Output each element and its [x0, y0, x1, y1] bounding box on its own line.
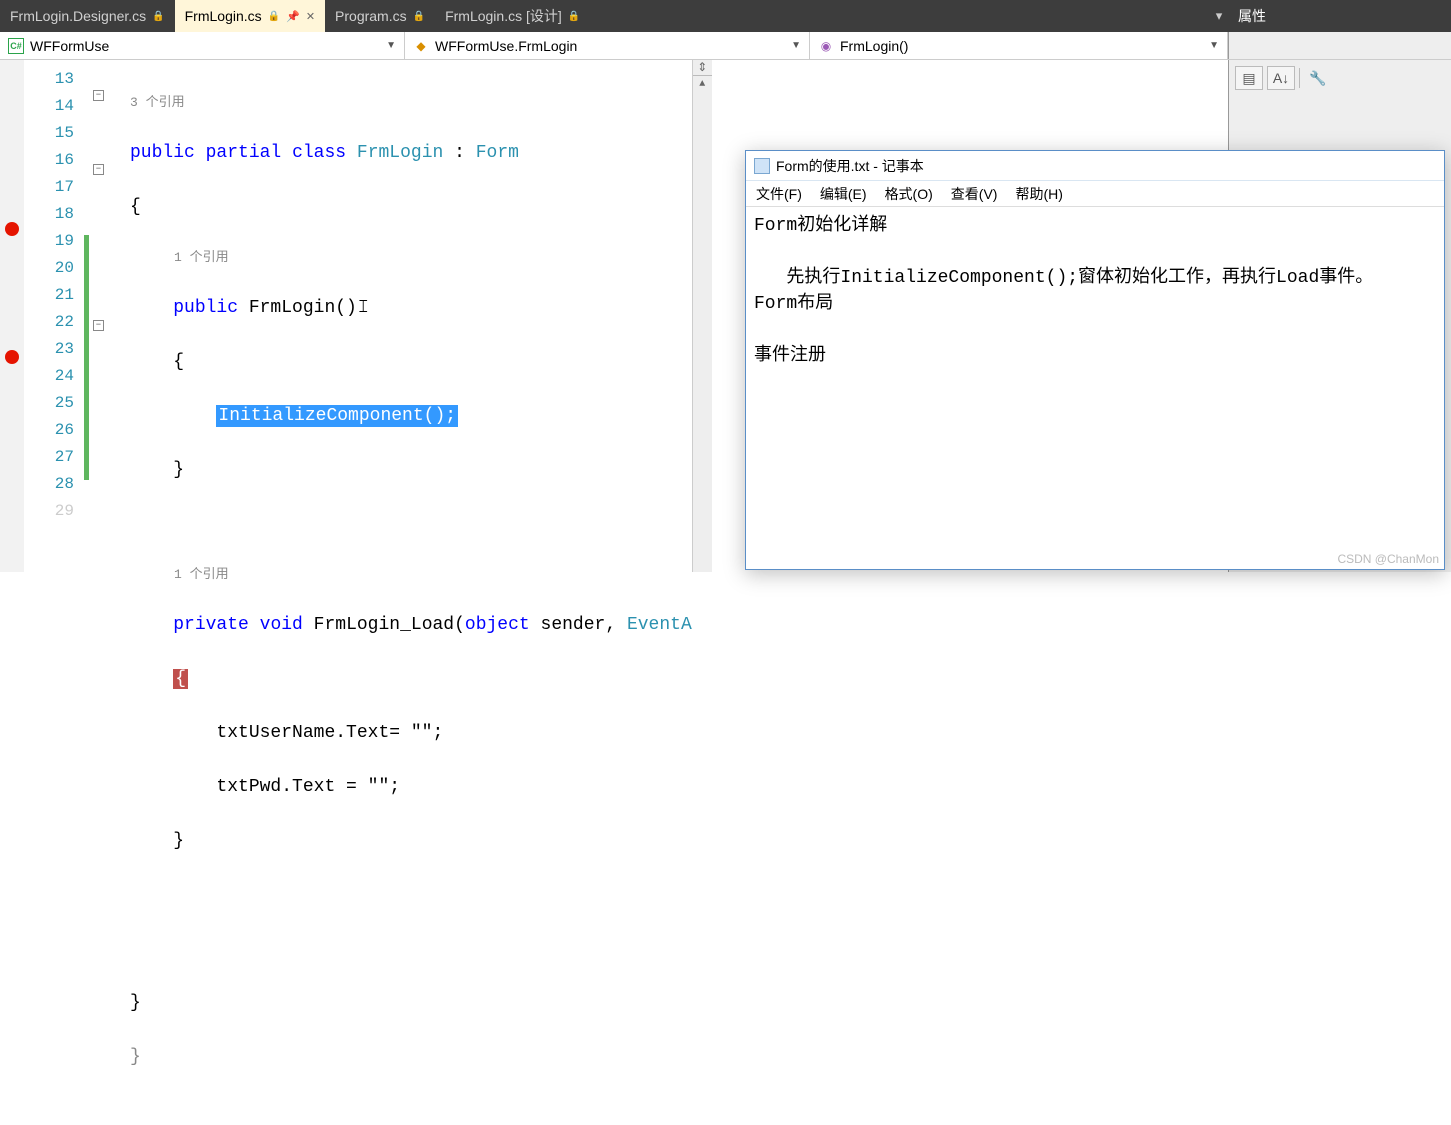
chevron-down-icon: ▼	[791, 40, 801, 51]
code-area[interactable]: 3 个引用 public partial class FrmLogin : Fo…	[110, 60, 692, 572]
toolbar-separator	[1299, 68, 1300, 88]
tab-designer[interactable]: FrmLogin.Designer.cs 🔒	[0, 0, 175, 32]
menu-view[interactable]: 查看(V)	[951, 184, 998, 204]
chevron-down-icon: ▼	[1209, 40, 1219, 51]
tabbar-spacer	[590, 0, 1210, 32]
split-handle-icon[interactable]: ⇕	[693, 60, 712, 76]
tab-frmlogin-active[interactable]: FrmLogin.cs 🔒 📌 ✕	[175, 0, 325, 32]
alphabetical-button[interactable]: A↓	[1267, 66, 1295, 90]
lock-icon: 🔒	[568, 11, 580, 22]
editor-tabbar: FrmLogin.Designer.cs 🔒 FrmLogin.cs 🔒 📌 ✕…	[0, 0, 1451, 32]
menu-format[interactable]: 格式(O)	[885, 184, 933, 204]
properties-toolbar: ▤ A↓ 🔧	[1229, 60, 1451, 96]
selected-text: InitializeComponent();	[216, 405, 458, 427]
text-cursor-icon: 𝙸	[357, 295, 370, 322]
notepad-title-text: Form的使用.txt - 记事本	[776, 156, 924, 176]
nav-class-text: WFFormUse.FrmLogin	[435, 38, 577, 54]
code-nav-bar: C# WFFormUse ▼ ◆ WFFormUse.FrmLogin ▼ ◉ …	[0, 32, 1451, 60]
line-number-gutter: 1314151617181920212223242526272829	[24, 60, 84, 572]
close-icon[interactable]: ✕	[306, 10, 315, 23]
notepad-window[interactable]: Form的使用.txt - 记事本 文件(F) 编辑(E) 格式(O) 查看(V…	[745, 150, 1445, 570]
notepad-titlebar[interactable]: Form的使用.txt - 记事本	[746, 151, 1444, 181]
tab-designer-view[interactable]: FrmLogin.cs [设计] 🔒	[435, 0, 590, 32]
notepad-icon	[754, 158, 770, 174]
properties-panel-title: 属性	[1228, 0, 1451, 32]
tab-program[interactable]: Program.cs 🔒	[325, 0, 435, 32]
tab-label: FrmLogin.cs	[185, 8, 262, 24]
codelens-refs[interactable]: 1 个引用	[130, 248, 692, 268]
scroll-up-icon[interactable]: ▲	[693, 76, 712, 92]
change-mark	[84, 235, 89, 480]
notepad-menubar: 文件(F) 编辑(E) 格式(O) 查看(V) 帮助(H)	[746, 181, 1444, 207]
class-icon: ◆	[413, 38, 429, 54]
fold-toggle[interactable]: −	[93, 164, 104, 175]
tab-label: FrmLogin.Designer.cs	[10, 8, 146, 24]
codelens-refs[interactable]: 1 个引用	[130, 565, 692, 585]
menu-edit[interactable]: 编辑(E)	[820, 184, 867, 204]
csharp-icon: C#	[8, 38, 24, 54]
categorized-button[interactable]: ▤	[1235, 66, 1263, 90]
nav-project-dropdown[interactable]: C# WFFormUse ▼	[0, 32, 405, 59]
codelens-refs[interactable]: 3 个引用	[130, 93, 692, 113]
nav-class-dropdown[interactable]: ◆ WFFormUse.FrmLogin ▼	[405, 32, 810, 59]
vertical-scrollbar[interactable]: ⇕ ▲	[692, 60, 712, 572]
tab-overflow-button[interactable]: ▾	[1210, 0, 1228, 32]
menu-help[interactable]: 帮助(H)	[1015, 184, 1062, 204]
lock-icon: 🔒	[413, 11, 425, 22]
brace-highlight: {	[173, 669, 188, 689]
watermark-text: CSDN @ChanMon	[1337, 552, 1439, 566]
nav-project-text: WFFormUse	[30, 38, 109, 54]
breakpoint-icon[interactable]	[5, 222, 19, 236]
notepad-text-area[interactable]: Form初始化详解 先执行InitializeComponent();窗体初始化…	[746, 207, 1444, 375]
tab-label: Program.cs	[335, 8, 407, 24]
breakpoint-icon[interactable]	[5, 350, 19, 364]
chevron-down-icon: ▼	[386, 40, 396, 51]
breakpoint-margin[interactable]	[0, 60, 24, 572]
wrench-icon[interactable]: 🔧	[1304, 66, 1332, 90]
method-icon: ◉	[818, 38, 834, 54]
nav-member-text: FrmLogin()	[840, 38, 908, 54]
pin-icon[interactable]: 📌	[286, 10, 300, 23]
lock-icon: 🔒	[152, 11, 164, 22]
nav-member-dropdown[interactable]: ◉ FrmLogin() ▼	[810, 32, 1228, 59]
lock-icon: 🔒	[268, 11, 280, 22]
tab-label: FrmLogin.cs [设计]	[445, 6, 562, 26]
fold-toggle[interactable]: −	[93, 320, 104, 331]
fold-toggle[interactable]: −	[93, 90, 104, 101]
menu-file[interactable]: 文件(F)	[756, 184, 802, 204]
fold-margin[interactable]: − − −	[90, 60, 110, 572]
properties-nav-spacer	[1228, 32, 1451, 59]
